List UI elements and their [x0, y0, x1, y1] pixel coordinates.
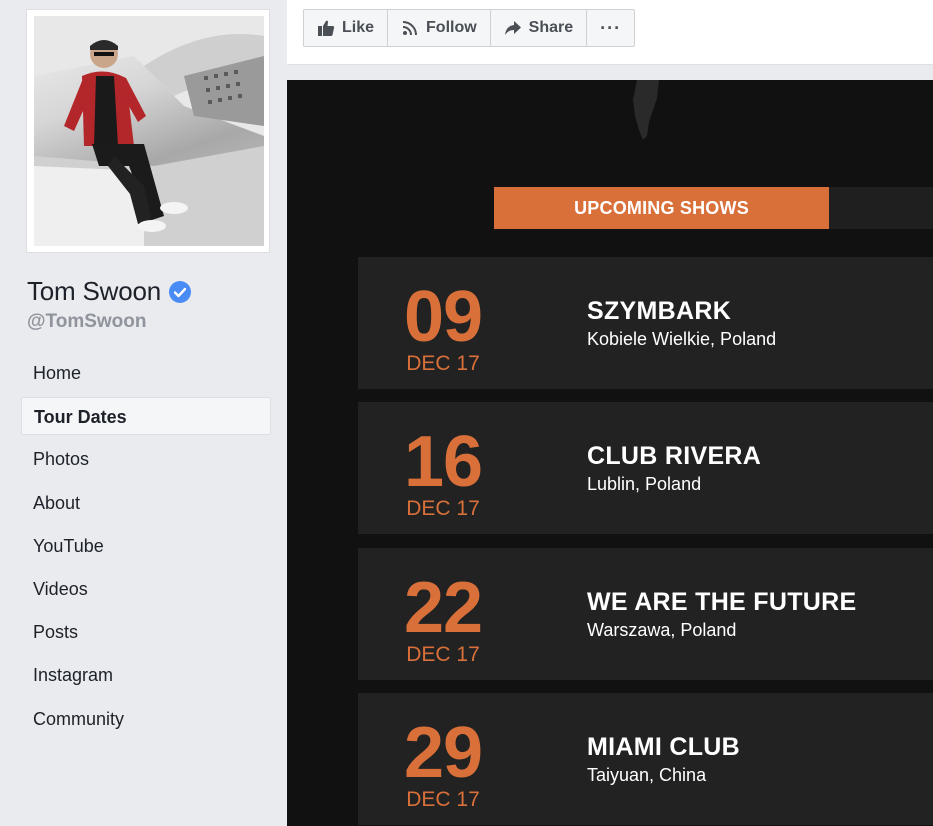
share-button[interactable]: Share: [491, 10, 588, 46]
more-options-icon: ···: [600, 17, 622, 38]
show-card[interactable]: 09 DEC 17 SZYMBARK Kobiele Wielkie, Pola…: [358, 257, 933, 389]
nav-item-home[interactable]: Home: [21, 354, 271, 392]
share-arrow-icon: [504, 21, 521, 35]
nav-item-videos[interactable]: Videos: [21, 570, 271, 608]
tab-upcoming-shows[interactable]: UPCOMING SHOWS: [494, 187, 829, 229]
show-month: DEC 17: [406, 643, 480, 666]
show-day: 09: [403, 277, 483, 357]
profile-picture-frame[interactable]: [26, 9, 270, 253]
world-map-fragment: [633, 80, 659, 140]
show-card[interactable]: 22 DEC 17 WE ARE THE FUTURE Warszawa, Po…: [358, 548, 933, 680]
show-location: Kobiele Wielkie, Poland: [587, 329, 777, 349]
profile-photo[interactable]: [34, 16, 264, 246]
nav-item-posts[interactable]: Posts: [21, 613, 271, 651]
show-venue[interactable]: SZYMBARK: [587, 297, 731, 325]
nav-item-about[interactable]: About: [21, 484, 271, 522]
more-options-button[interactable]: ···: [587, 10, 634, 46]
page-action-bar: Like Follow Share ···: [287, 0, 933, 65]
like-label: Like: [342, 19, 375, 36]
show-day: 22: [403, 568, 483, 648]
follow-button[interactable]: Follow: [388, 10, 491, 46]
nav-item-instagram[interactable]: Instagram: [21, 656, 271, 694]
show-location: Lublin, Poland: [587, 474, 702, 494]
show-venue[interactable]: WE ARE THE FUTURE: [587, 588, 856, 616]
show-card[interactable]: 29 DEC 17 MIAMI CLUB Taiyuan, China: [358, 693, 933, 825]
like-button[interactable]: Like: [304, 10, 389, 46]
profile-photo-illustration: [34, 16, 264, 246]
nav-item-tour-dates[interactable]: Tour Dates: [21, 397, 271, 436]
page-navigation: Home Tour Dates Photos About YouTube Vid…: [21, 354, 271, 743]
show-location: Warszawa, Poland: [587, 620, 737, 640]
show-month: DEC 17: [406, 352, 480, 375]
thumbs-up-icon: [318, 20, 335, 36]
nav-item-youtube[interactable]: YouTube: [21, 527, 271, 565]
nav-item-photos[interactable]: Photos: [21, 440, 271, 478]
share-label: Share: [528, 19, 574, 36]
tour-dates-widget: UPCOMING SHOWS 09 DEC 17 SZYMBARK Kobiel…: [287, 80, 933, 826]
show-month: DEC 17: [406, 788, 480, 811]
page-handle[interactable]: @TomSwoon: [27, 311, 147, 333]
show-card[interactable]: 16 DEC 17 CLUB RIVERA Lublin, Poland: [358, 402, 933, 534]
nav-item-community[interactable]: Community: [21, 700, 271, 738]
verified-badge-icon: [169, 280, 192, 303]
page-name-text[interactable]: Tom Swoon: [27, 276, 161, 307]
show-venue[interactable]: CLUB RIVERA: [587, 442, 761, 470]
page-title[interactable]: Tom Swoon: [27, 276, 192, 307]
follow-label: Follow: [426, 19, 477, 36]
rss-feed-icon: [402, 21, 418, 36]
show-location: Taiyuan, China: [587, 765, 707, 785]
shows-tabs: UPCOMING SHOWS: [494, 187, 933, 229]
show-day: 29: [403, 713, 483, 793]
show-venue[interactable]: MIAMI CLUB: [587, 733, 740, 761]
show-day: 16: [403, 422, 483, 502]
action-button-group: Like Follow Share ···: [303, 9, 636, 47]
show-month: DEC 17: [406, 497, 480, 520]
